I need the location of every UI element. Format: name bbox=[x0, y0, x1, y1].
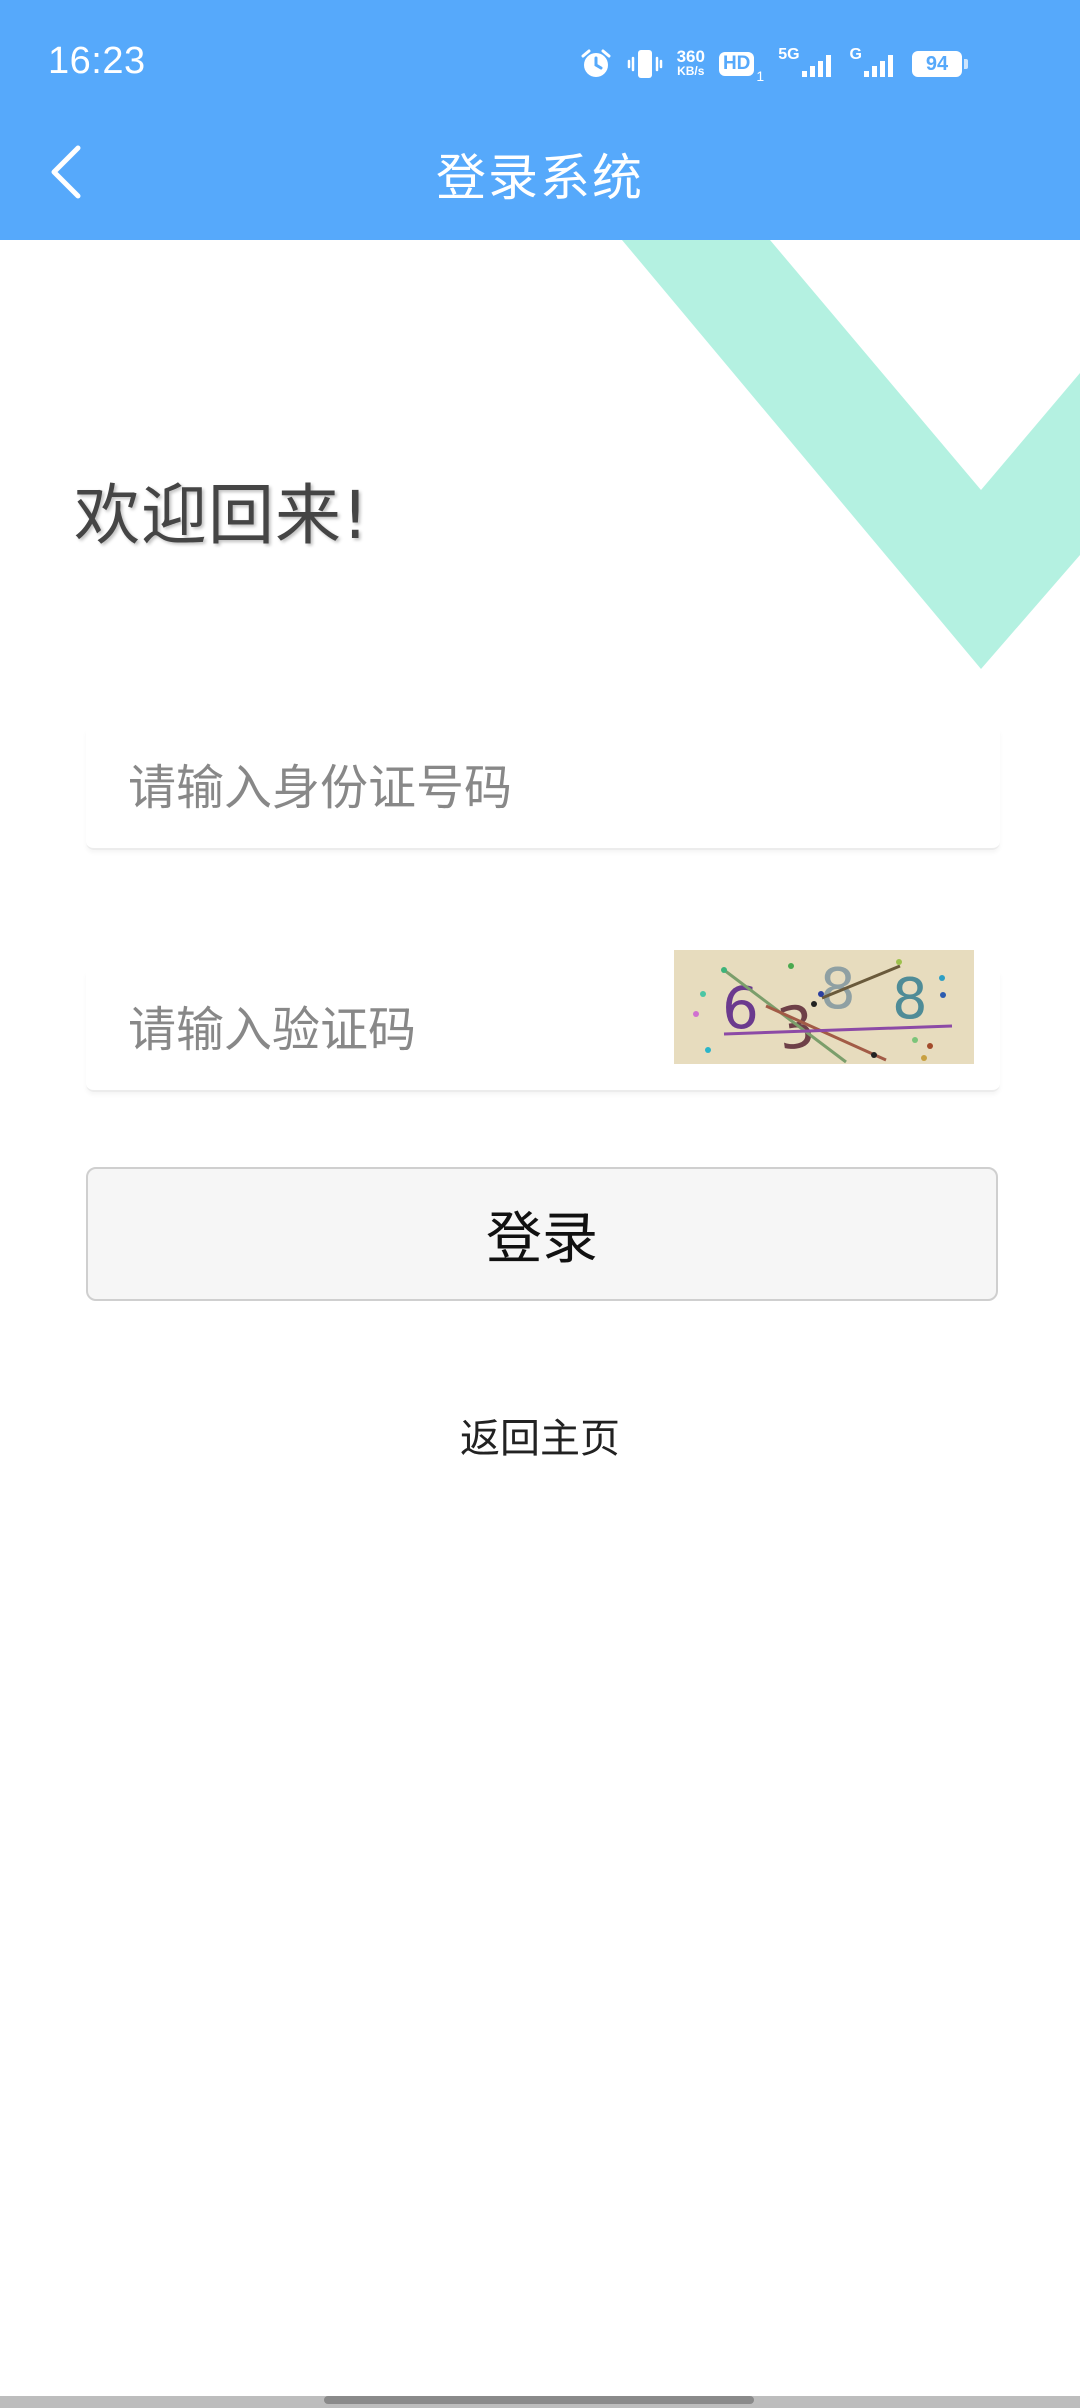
hd-indicator: HD 1 bbox=[718, 44, 765, 84]
captcha-char: 8 bbox=[820, 957, 856, 1022]
page-title: 登录系统 bbox=[436, 149, 644, 207]
battery-icon: 94 bbox=[912, 44, 968, 84]
captcha-image[interactable]: 6 3 8 8 bbox=[674, 950, 974, 1064]
gesture-handle[interactable] bbox=[324, 2396, 754, 2404]
id-number-input[interactable] bbox=[128, 750, 648, 826]
hd-sub-label: 1 bbox=[756, 68, 765, 84]
network-5g-label: 5G bbox=[778, 46, 800, 63]
network-g-label: G bbox=[849, 46, 862, 63]
vibrate-icon bbox=[627, 44, 663, 84]
network-g: G bbox=[850, 44, 898, 84]
captcha-char: 8 bbox=[892, 967, 928, 1032]
back-to-home-link[interactable]: 返回主页 bbox=[0, 1406, 1080, 1464]
battery-level: 94 bbox=[912, 51, 968, 77]
login-button[interactable]: 登录 bbox=[86, 1167, 998, 1301]
signal-icon bbox=[864, 55, 893, 77]
status-icons: 360 KB/s HD 1 5G G 94 bbox=[579, 44, 968, 84]
welcome-heading: 欢迎回来! bbox=[74, 477, 370, 554]
status-time: 16:23 bbox=[48, 40, 146, 82]
alarm-icon bbox=[579, 44, 613, 84]
verification-code-input[interactable] bbox=[128, 992, 648, 1068]
decorative-chevron-shape bbox=[622, 240, 1080, 669]
hd-badge: HD bbox=[718, 52, 755, 76]
network-5g: 5G bbox=[778, 44, 835, 84]
net-speed-value: 360 bbox=[676, 47, 705, 66]
app-header: 16:23 360 KB/s HD 1 5G G 94 登录系统 bbox=[0, 0, 1080, 240]
net-speed: 360 KB/s bbox=[677, 44, 705, 84]
net-speed-unit: KB/s bbox=[677, 64, 705, 78]
status-bar: 16:23 360 KB/s HD 1 5G G 94 bbox=[0, 0, 1080, 128]
signal-icon bbox=[801, 55, 831, 77]
verification-code-field: 6 3 8 8 bbox=[86, 950, 1000, 1092]
id-number-field bbox=[86, 730, 1000, 850]
